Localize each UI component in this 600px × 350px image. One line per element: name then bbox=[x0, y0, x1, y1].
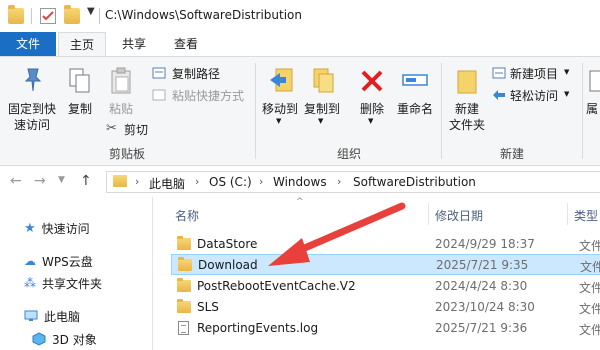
annotation-arrow bbox=[268, 202, 406, 266]
